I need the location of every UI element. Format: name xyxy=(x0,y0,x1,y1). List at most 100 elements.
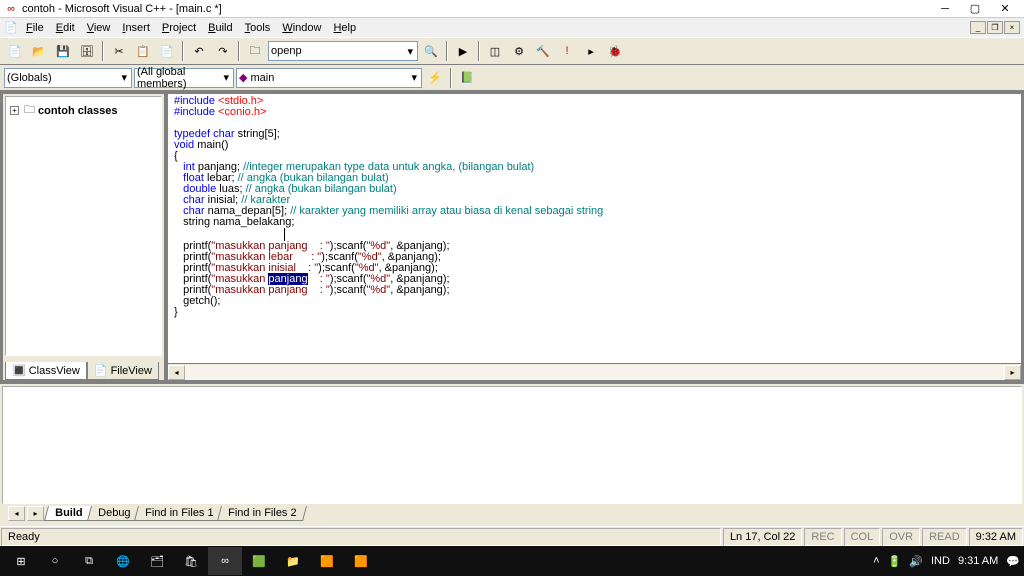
menu-bar: 📄 File Edit View Insert Project Build To… xyxy=(0,18,1024,37)
tree-root-node[interactable]: + 🗀 contoh classes xyxy=(8,99,159,122)
system-tray[interactable]: ˄ 🔋 🔊 IND 9:31 AM 💬 xyxy=(873,555,1020,568)
find-button[interactable]: 🔍 xyxy=(420,40,442,62)
status-ovr: OVR xyxy=(882,528,920,546)
menu-edit[interactable]: Edit xyxy=(50,20,81,36)
tab-fileview[interactable]: 📄 FileView xyxy=(87,362,159,380)
tray-notifications-icon[interactable]: 💬 xyxy=(1006,555,1020,568)
workspace-button[interactable]: 🗀 xyxy=(244,40,266,62)
dropdown-icon: ▾ xyxy=(409,71,419,84)
title-bar: ∞ contoh - Microsoft Visual C++ - [main.… xyxy=(0,0,1024,18)
class-tree[interactable]: + 🗀 contoh classes xyxy=(5,96,162,356)
status-col: COL xyxy=(844,528,881,546)
output-text[interactable] xyxy=(2,386,1022,504)
status-time: 9:32 AM xyxy=(969,528,1023,546)
execute-button[interactable]: ▸ xyxy=(580,40,602,62)
tab-label: ClassView xyxy=(29,365,80,377)
tile-button[interactable]: ◫ xyxy=(484,40,506,62)
workspace-tabs: 🔳 ClassView 📄 FileView xyxy=(3,358,164,380)
menu-tools[interactable]: Tools xyxy=(239,20,277,36)
status-rec: REC xyxy=(804,528,841,546)
wizard-book-button[interactable]: 📗 xyxy=(456,67,478,89)
editor-h-scrollbar[interactable]: ◂ ▸ xyxy=(168,363,1021,380)
output-tab-build[interactable]: Build xyxy=(44,506,94,521)
members-combo-value: (All global members) xyxy=(137,66,221,90)
fileview-icon: 📄 xyxy=(94,364,108,377)
function-combo[interactable]: ◆ main ▾ xyxy=(236,68,422,88)
compile-button[interactable]: ⚙ xyxy=(508,40,530,62)
dropdown-icon: ▾ xyxy=(405,45,415,58)
output-tab-debug[interactable]: Debug xyxy=(86,506,140,521)
output-tabs: ◂ ▸ Build Debug Find in Files 1 Find in … xyxy=(0,506,1024,526)
tab-classview[interactable]: 🔳 ClassView xyxy=(5,362,87,380)
minimize-button[interactable]: ─ xyxy=(930,0,960,18)
menu-help[interactable]: Help xyxy=(327,20,362,36)
menu-project[interactable]: Project xyxy=(156,20,202,36)
build-button[interactable]: 🔨 xyxy=(532,40,554,62)
taskbar-edge[interactable]: 🌐 xyxy=(106,547,140,575)
taskview-button[interactable]: ⧉ xyxy=(72,547,106,575)
wizard-action-button[interactable]: ⚡ xyxy=(424,67,446,89)
status-read: READ xyxy=(922,528,967,546)
stop-build-button[interactable]: ! xyxy=(556,40,578,62)
output-tab-find2[interactable]: Find in Files 2 xyxy=(217,506,308,521)
undo-button[interactable]: ↶ xyxy=(188,40,210,62)
save-button[interactable]: 💾 xyxy=(52,40,74,62)
tray-lang[interactable]: IND xyxy=(931,555,950,567)
taskbar-app-4[interactable]: 🟧 xyxy=(344,547,378,575)
window-title: contoh - Microsoft Visual C++ - [main.c … xyxy=(22,3,930,15)
dropdown-icon: ▾ xyxy=(119,71,129,84)
taskbar-store[interactable]: 🛍 xyxy=(174,547,208,575)
scroll-right-button[interactable]: ▸ xyxy=(1004,365,1021,380)
taskbar-app-3[interactable]: 🟧 xyxy=(310,547,344,575)
menu-window[interactable]: Window xyxy=(276,20,327,36)
tab-label: FileView xyxy=(111,365,152,377)
mdi-close[interactable]: × xyxy=(1004,21,1020,34)
status-cursor: Ln 17, Col 22 xyxy=(723,528,802,546)
new-button[interactable]: 📄 xyxy=(4,40,26,62)
dropdown-icon: ▾ xyxy=(221,71,231,84)
mdi-restore[interactable]: ❐ xyxy=(987,21,1003,34)
function-icon: ◆ xyxy=(239,71,247,84)
open-button[interactable]: 📂 xyxy=(28,40,50,62)
menu-file[interactable]: File xyxy=(20,20,50,36)
output-tab-find1[interactable]: Find in Files 1 xyxy=(134,506,225,521)
mdi-buttons: _ ❐ × xyxy=(969,21,1020,34)
find-combo[interactable]: openp ▾ xyxy=(268,41,418,61)
save-all-button[interactable]: 🗄 xyxy=(76,40,98,62)
start-button[interactable]: ⊞ xyxy=(4,547,38,575)
cortana-button[interactable]: ○ xyxy=(38,547,72,575)
redo-button[interactable]: ↷ xyxy=(212,40,234,62)
output-tab-prev[interactable]: ◂ xyxy=(8,506,25,521)
menu-build[interactable]: Build xyxy=(202,20,238,36)
tray-up-icon[interactable]: ˄ xyxy=(873,555,879,567)
taskbar-explorer[interactable]: 🗂 xyxy=(140,547,174,575)
copy-button[interactable]: 📋 xyxy=(132,40,154,62)
find-combo-value: openp xyxy=(271,45,302,57)
scope-combo[interactable]: (Globals) ▾ xyxy=(4,68,132,88)
scroll-left-button[interactable]: ◂ xyxy=(168,365,185,380)
windows-taskbar: ⊞ ○ ⧉ 🌐 🗂 🛍 ∞ 🟩 📁 🟧 🟧 ˄ 🔋 🔊 IND 9:31 AM … xyxy=(0,546,1024,576)
close-button[interactable]: ✕ xyxy=(990,0,1020,18)
go-button[interactable]: ▶ xyxy=(452,40,474,62)
menu-insert[interactable]: Insert xyxy=(116,20,156,36)
scroll-track[interactable] xyxy=(185,365,1004,380)
tray-time[interactable]: 9:31 AM xyxy=(958,555,998,567)
taskbar-vc[interactable]: ∞ xyxy=(208,547,242,575)
tree-root-label: contoh classes xyxy=(38,105,117,117)
tray-battery-icon[interactable]: 🔋 xyxy=(888,555,902,568)
debug-button[interactable]: 🐞 xyxy=(604,40,626,62)
taskbar-app-2[interactable]: 📁 xyxy=(276,547,310,575)
paste-button[interactable]: 📄 xyxy=(156,40,178,62)
mdi-minimize[interactable]: _ xyxy=(970,21,986,34)
menu-view[interactable]: View xyxy=(81,20,117,36)
output-tab-next[interactable]: ▸ xyxy=(27,506,44,521)
app-icon: ∞ xyxy=(4,2,18,16)
code-editor[interactable]: #include <stdio.h>#include <conio.h> typ… xyxy=(168,94,1021,363)
cut-button[interactable]: ✂ xyxy=(108,40,130,62)
maximize-button[interactable]: ▢ xyxy=(960,0,990,18)
wizardbar: (Globals) ▾ (All global members) ▾ ◆ mai… xyxy=(0,65,1024,91)
expand-icon[interactable]: + xyxy=(10,106,19,115)
taskbar-app-1[interactable]: 🟩 xyxy=(242,547,276,575)
members-combo[interactable]: (All global members) ▾ xyxy=(134,68,234,88)
tray-volume-icon[interactable]: 🔊 xyxy=(909,555,923,568)
